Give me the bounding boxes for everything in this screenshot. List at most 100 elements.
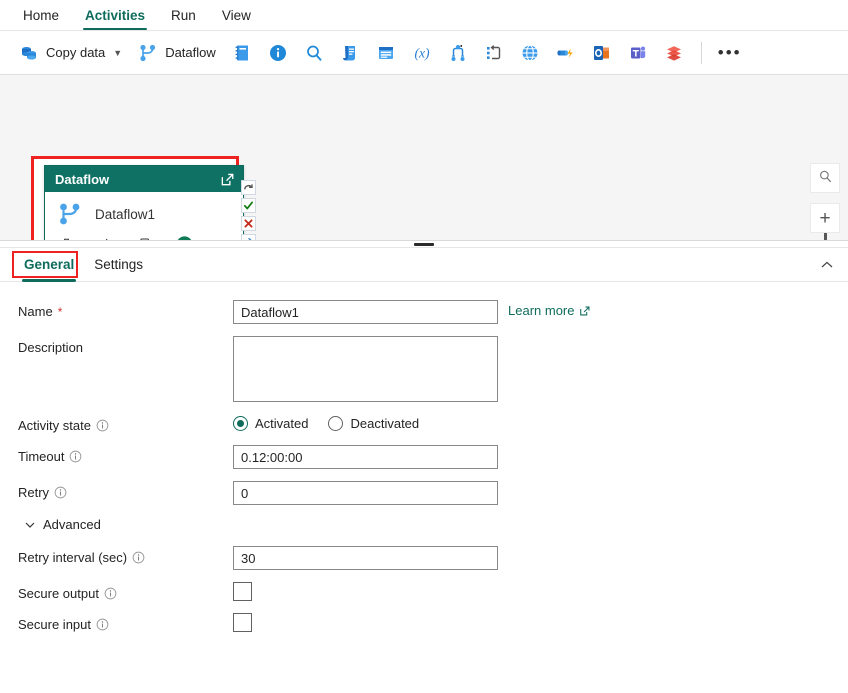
activity-state-control: Activated Deactivated: [233, 414, 848, 431]
copy-data-button[interactable]: Copy data ▼: [12, 38, 129, 68]
info-icon[interactable]: [54, 486, 67, 499]
if-condition-icon: [484, 43, 504, 63]
retry-label-group: Retry: [18, 481, 233, 500]
secure-input-control: [233, 613, 848, 632]
databricks-icon: [664, 43, 684, 63]
dataflow-button[interactable]: Dataflow: [131, 38, 223, 68]
ribbon-tab-bar: Home Activities Run View: [0, 0, 848, 31]
ribbon-tab-run[interactable]: Run: [158, 8, 209, 30]
description-input[interactable]: [233, 336, 498, 402]
script-button[interactable]: [333, 38, 367, 68]
radio-deactivated[interactable]: Deactivated: [328, 416, 419, 431]
web-button[interactable]: [513, 38, 547, 68]
field-row-secure-output: Secure output: [0, 582, 848, 601]
radio-activated-indicator: [233, 416, 248, 431]
databricks-button[interactable]: [657, 38, 691, 68]
pipeline-canvas[interactable]: Dataflow Dataflow1: [0, 75, 848, 241]
retry-interval-label: Retry interval (sec): [18, 550, 127, 565]
info-icon[interactable]: [69, 450, 82, 463]
chevron-down-icon[interactable]: ▼: [113, 48, 122, 58]
success-icon[interactable]: [241, 198, 256, 213]
secure-output-label-group: Secure output: [18, 582, 233, 601]
secure-input-checkbox[interactable]: [233, 613, 252, 632]
info-activity-button[interactable]: [261, 38, 295, 68]
zoom-to-fit-button[interactable]: [810, 163, 840, 193]
zoom-slider-track[interactable]: [824, 233, 827, 241]
outlook-button[interactable]: [585, 38, 619, 68]
advanced-section-toggle[interactable]: Advanced: [0, 517, 848, 532]
web-icon: [520, 43, 540, 63]
switch-icon: [448, 43, 468, 63]
description-control: [233, 336, 848, 402]
completion-icon[interactable]: [241, 234, 256, 241]
more-commands-button[interactable]: •••: [712, 44, 748, 61]
node-name: Dataflow1: [95, 207, 155, 222]
webhook-icon: [556, 43, 576, 63]
dataflow-icon: [138, 43, 158, 63]
field-row-description: Description: [0, 336, 848, 402]
set-variable-icon: (x): [412, 43, 432, 63]
canvas-zoom-controls: +: [810, 163, 840, 241]
notebook-button[interactable]: [225, 38, 259, 68]
radio-deactivated-indicator: [328, 416, 343, 431]
code-icon[interactable]: [97, 236, 114, 241]
set-variable-button[interactable]: (x): [405, 38, 439, 68]
retry-input[interactable]: [233, 481, 498, 505]
run-icon[interactable]: [175, 235, 194, 241]
tab-general[interactable]: General: [14, 248, 84, 282]
ribbon-tab-view[interactable]: View: [209, 8, 264, 30]
failure-icon[interactable]: [241, 216, 256, 231]
collapse-panel-button[interactable]: [818, 256, 836, 274]
external-link-icon: [579, 305, 591, 317]
stored-procedure-button[interactable]: [369, 38, 403, 68]
dataflow-icon: [57, 201, 83, 227]
name-label: Name: [18, 304, 53, 319]
info-icon[interactable]: [96, 419, 109, 432]
node-footer: [45, 233, 243, 241]
info-icon[interactable]: [104, 587, 117, 600]
lookup-icon: [304, 43, 324, 63]
timeout-input[interactable]: [233, 445, 498, 469]
info-icon[interactable]: [132, 551, 145, 564]
node-body: Dataflow1: [45, 192, 243, 233]
open-in-new-icon[interactable]: [220, 172, 235, 187]
outlook-icon: [592, 43, 612, 63]
ribbon-tab-home[interactable]: Home: [10, 8, 72, 30]
learn-more-link[interactable]: Learn more: [508, 300, 591, 318]
retry-icon[interactable]: [241, 180, 256, 195]
general-form: Name * Learn more Description: [0, 282, 848, 632]
clone-icon[interactable]: [136, 236, 153, 241]
dataflow-activity-node[interactable]: Dataflow Dataflow1: [44, 165, 244, 241]
info-icon[interactable]: [96, 618, 109, 631]
activity-properties-panel: General Settings Name * Learn more: [0, 248, 848, 632]
name-label-group: Name *: [18, 300, 233, 319]
chevron-up-icon: [818, 262, 836, 277]
name-control: Learn more: [233, 300, 848, 324]
webhook-button[interactable]: [549, 38, 583, 68]
lookup-button[interactable]: [297, 38, 331, 68]
stored-procedure-icon: [376, 43, 396, 63]
switch-button[interactable]: [441, 38, 475, 68]
secure-input-label-group: Secure input: [18, 613, 233, 632]
script-icon: [340, 43, 360, 63]
radio-activated-label: Activated: [255, 416, 308, 431]
field-row-name: Name * Learn more: [0, 300, 848, 324]
retry-label: Retry: [18, 485, 49, 500]
retry-interval-label-group: Retry interval (sec): [18, 546, 233, 565]
retry-interval-input[interactable]: [233, 546, 498, 570]
teams-button[interactable]: [621, 38, 655, 68]
secure-output-checkbox[interactable]: [233, 582, 252, 601]
radio-activated[interactable]: Activated: [233, 416, 308, 431]
name-input[interactable]: [233, 300, 498, 324]
tab-settings[interactable]: Settings: [84, 248, 153, 282]
info-activity-icon: [268, 43, 288, 63]
if-condition-button[interactable]: [477, 38, 511, 68]
copy-data-icon: [19, 43, 39, 63]
retry-interval-control: [233, 546, 848, 570]
zoom-in-button[interactable]: +: [810, 203, 840, 233]
activity-state-label-group: Activity state: [18, 414, 233, 433]
delete-icon[interactable]: [58, 236, 75, 241]
toolbar-divider: [701, 42, 702, 64]
ribbon-tab-activities[interactable]: Activities: [72, 8, 158, 30]
advanced-label: Advanced: [43, 517, 101, 532]
